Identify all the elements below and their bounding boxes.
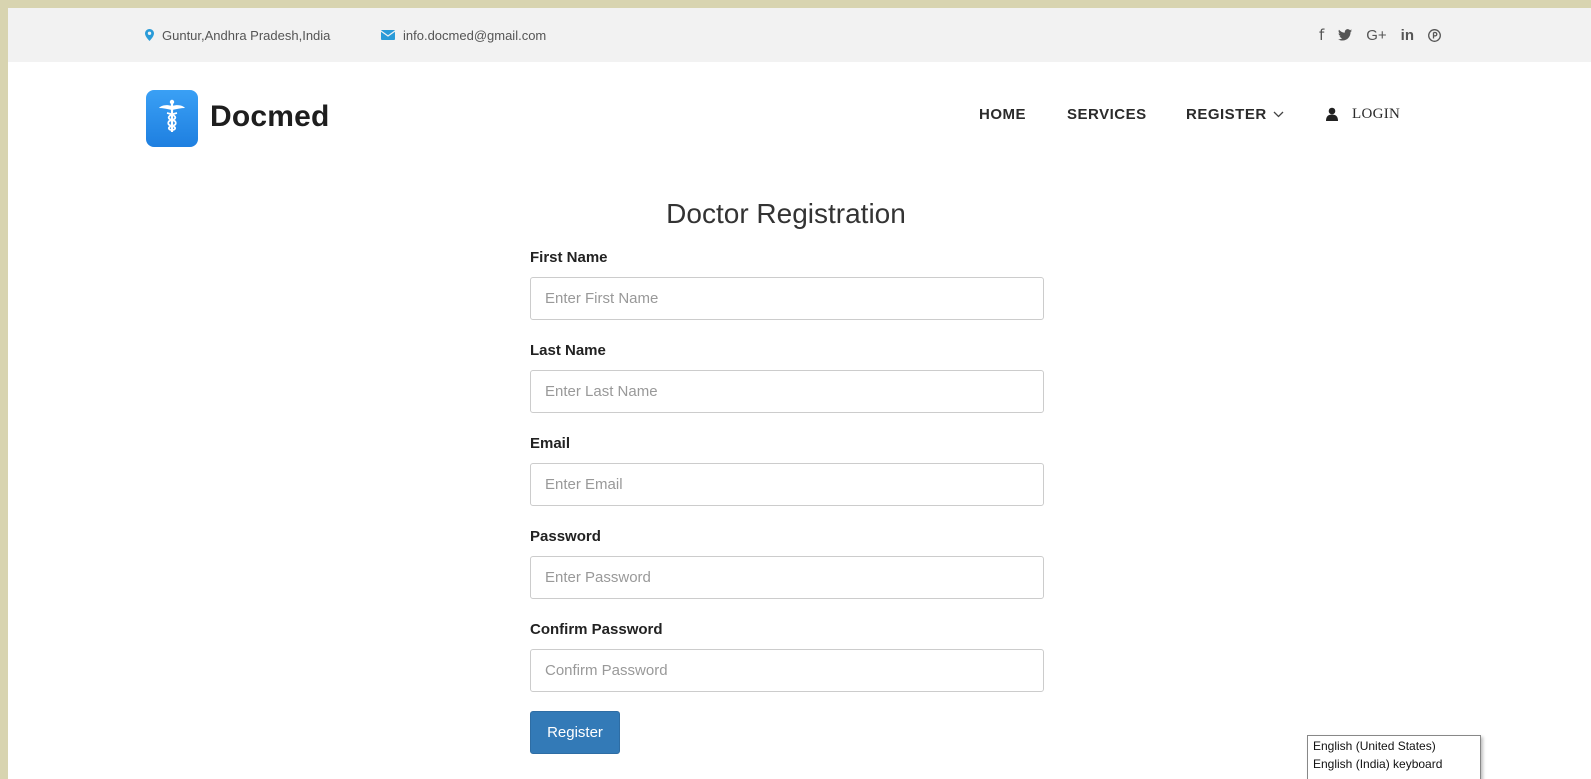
email-text: info.docmed@gmail.com (403, 27, 547, 43)
user-icon (1326, 107, 1338, 121)
map-marker-icon (145, 29, 154, 41)
email-label: Email (530, 435, 571, 452)
confirm-password-group: Confirm Password (530, 620, 1044, 713)
form-title: Doctor Registration (666, 198, 906, 229)
confirm-password-label: Confirm Password (530, 621, 663, 638)
first-name-group: First Name (530, 248, 1044, 341)
last-name-label: Last Name (530, 342, 606, 359)
nav-services[interactable]: SERVICES (1067, 102, 1147, 126)
nav-login[interactable]: LOGIN (1326, 102, 1400, 126)
envelope-icon (381, 30, 395, 40)
register-button[interactable]: Register (530, 711, 620, 754)
caduceus-icon (157, 98, 187, 139)
pinterest-icon[interactable] (1428, 28, 1441, 42)
googleplus-icon[interactable]: G+ (1366, 27, 1386, 44)
email-group: Email (530, 434, 1044, 527)
nav-home[interactable]: HOME (979, 102, 1026, 126)
location-info: Guntur,Andhra Pradesh,India (145, 8, 330, 62)
first-name-label: First Name (530, 249, 608, 266)
brand-name[interactable]: Docmed (210, 100, 330, 134)
password-input[interactable] (530, 556, 1044, 599)
email-input[interactable] (530, 463, 1044, 506)
password-label: Password (530, 528, 601, 545)
nav-login-label: LOGIN (1352, 105, 1401, 122)
docmed-logo[interactable] (146, 90, 198, 147)
social-links: f G+ in (1319, 8, 1441, 62)
password-group: Password (530, 527, 1044, 620)
page: Guntur,Andhra Pradesh,India info.docmed@… (8, 8, 1591, 779)
email-info: info.docmed@gmail.com (381, 8, 546, 62)
nav-register-label: REGISTER (1186, 105, 1267, 123)
last-name-input[interactable] (530, 370, 1044, 413)
language-option[interactable]: English (United States) (1308, 736, 1480, 754)
twitter-icon[interactable] (1338, 29, 1353, 41)
confirm-password-input[interactable] (530, 649, 1044, 692)
doctor-registration-form: First Name Last Name Email Password Conf… (530, 248, 1044, 713)
location-text: Guntur,Andhra Pradesh,India (162, 27, 331, 43)
last-name-group: Last Name (530, 341, 1044, 434)
top-info-bar: Guntur,Andhra Pradesh,India info.docmed@… (8, 8, 1591, 62)
nav-register[interactable]: REGISTER (1186, 102, 1284, 126)
chevron-down-icon (1273, 111, 1284, 118)
first-name-input[interactable] (530, 277, 1044, 320)
language-option[interactable]: English (India) keyboard (1308, 754, 1480, 772)
facebook-icon[interactable]: f (1319, 26, 1324, 44)
linkedin-icon[interactable]: in (1401, 27, 1414, 44)
language-popup[interactable]: English (United States) English (India) … (1307, 735, 1481, 779)
